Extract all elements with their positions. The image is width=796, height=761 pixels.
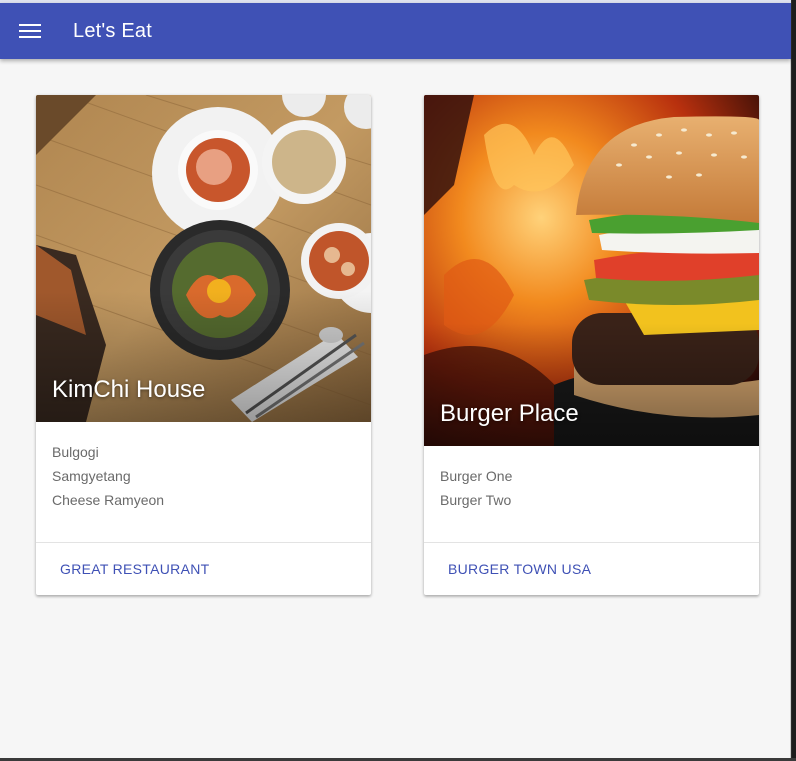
burger-town-usa-button[interactable]: BURGER TOWN USA xyxy=(448,561,591,577)
list-item: Burger One xyxy=(440,468,513,484)
list-item: Cheese Ramyeon xyxy=(52,492,165,508)
menu-items-list: Burger One Burger Two xyxy=(424,446,759,512)
list-item: Bulgogi xyxy=(52,444,99,460)
app-title: Let's Eat xyxy=(73,19,152,42)
great-restaurant-button[interactable]: GREAT RESTAURANT xyxy=(60,561,209,577)
card-actions: GREAT RESTAURANT xyxy=(36,542,371,595)
app-bar: Let's Eat xyxy=(0,3,791,59)
card-actions: BURGER TOWN USA xyxy=(424,542,759,595)
list-item: Burger Two xyxy=(440,492,512,508)
hamburger-menu-icon[interactable] xyxy=(18,22,42,40)
menu-items-list: Bulgogi Samgyetang Cheese Ramyeon xyxy=(36,422,371,512)
list-item: Samgyetang xyxy=(52,468,131,484)
card-image-burger: Burger Place xyxy=(424,95,759,446)
restaurant-card-burger-place: Burger Place Burger One Burger Two BURGE… xyxy=(424,95,759,595)
app-window: Let's Eat KimChi House Bulgogi Samgyetan… xyxy=(0,0,791,758)
card-image-korean-food: KimChi House xyxy=(36,95,371,422)
editor-gutter xyxy=(792,0,796,761)
card-title: Burger Place xyxy=(440,400,579,427)
restaurant-card-kimchi-house: KimChi House Bulgogi Samgyetang Cheese R… xyxy=(36,95,371,595)
burger-fire-photo xyxy=(424,95,759,446)
card-title: KimChi House xyxy=(52,376,206,403)
korean-food-photo xyxy=(36,95,371,422)
